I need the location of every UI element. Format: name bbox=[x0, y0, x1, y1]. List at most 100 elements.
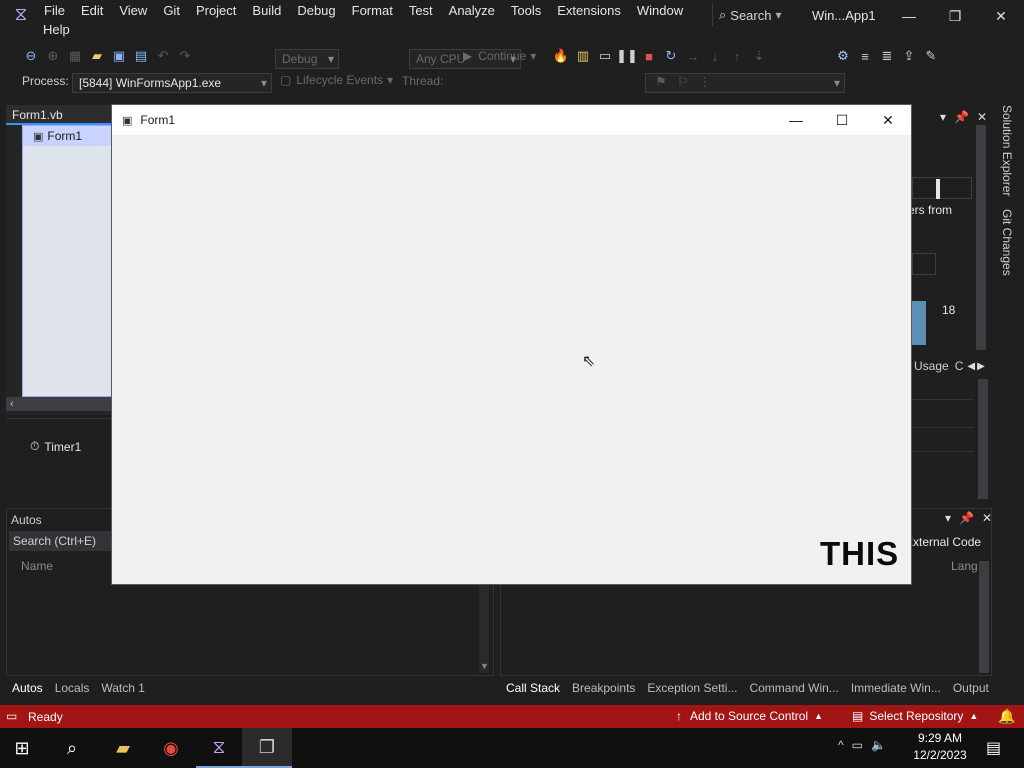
share-icon[interactable]: ⇪ bbox=[898, 45, 920, 67]
minimize-icon[interactable]: — bbox=[773, 105, 819, 135]
tab-prev-icon[interactable]: ◀ bbox=[967, 361, 975, 372]
menu-test[interactable]: Test bbox=[401, 1, 441, 21]
menu-project[interactable]: Project bbox=[188, 1, 244, 21]
search-box[interactable]: ⌕ Search ▾ bbox=[712, 4, 788, 26]
autos-scrollbar[interactable]: ▼ bbox=[479, 585, 489, 673]
open-folder-icon[interactable]: ▰ bbox=[86, 45, 108, 67]
comment-icon[interactable]: ≡ bbox=[854, 45, 876, 67]
new-project-icon[interactable]: ▦ bbox=[64, 45, 86, 67]
step-over-icon[interactable]: → bbox=[682, 45, 704, 67]
menu-window[interactable]: Window bbox=[629, 1, 691, 21]
browse-icon[interactable]: ▥ bbox=[572, 45, 594, 67]
menu-debug[interactable]: Debug bbox=[289, 1, 343, 21]
diagnostic-scrollbar[interactable] bbox=[976, 125, 986, 350]
step-out-icon[interactable]: ↑ bbox=[726, 45, 748, 67]
close-icon[interactable]: ✕ bbox=[978, 1, 1024, 31]
undo-icon[interactable]: ↶ bbox=[152, 45, 174, 67]
chevron-up-icon[interactable]: ^ bbox=[838, 738, 844, 752]
timeline-marker[interactable] bbox=[936, 179, 940, 199]
menu-extensions[interactable]: Extensions bbox=[549, 1, 629, 21]
tab-breakpoints[interactable]: Breakpoints bbox=[566, 678, 641, 698]
filter-box[interactable] bbox=[912, 253, 936, 275]
show-external-code[interactable]: External Code bbox=[905, 535, 981, 549]
uncomment-icon[interactable]: ≣ bbox=[876, 45, 898, 67]
menu-build[interactable]: Build bbox=[244, 1, 289, 21]
step-back-icon[interactable]: ⇣ bbox=[748, 45, 770, 67]
config-dropdown[interactable]: Debug bbox=[275, 49, 339, 69]
stop-icon[interactable]: ■ bbox=[638, 45, 660, 67]
pin-icon[interactable]: 📌 bbox=[954, 110, 969, 124]
tab-watch-1[interactable]: Watch 1 bbox=[95, 678, 151, 698]
tab-usage[interactable]: Usage bbox=[912, 359, 949, 373]
timer-component[interactable]: ⏱ Timer1 bbox=[30, 439, 81, 454]
select-repository[interactable]: ▤ Select Repository ▲ bbox=[852, 709, 978, 723]
menu-analyze[interactable]: Analyze bbox=[441, 1, 503, 21]
layout-icon[interactable]: ▭ bbox=[594, 45, 616, 67]
flag-icon[interactable]: ⚑ bbox=[650, 71, 672, 93]
redo-icon[interactable]: ↷ bbox=[174, 45, 196, 67]
action-center-icon[interactable]: ▤ bbox=[986, 738, 1001, 758]
pause-icon[interactable]: ❚❚ bbox=[616, 45, 638, 67]
close-panel-icon[interactable]: ✕ bbox=[977, 110, 987, 124]
add-to-source-control[interactable]: ↑ Add to Source Control ▲ bbox=[676, 709, 823, 723]
scroll-down-icon[interactable]: ▼ bbox=[480, 661, 489, 671]
continue-button[interactable]: ▶ Continue ▾ bbox=[463, 46, 536, 66]
tab-output[interactable]: Output bbox=[947, 678, 995, 698]
restore-icon[interactable]: ❐ bbox=[932, 1, 978, 31]
lower-scrollbar[interactable] bbox=[978, 379, 988, 499]
file-explorer-icon[interactable]: ▰ bbox=[100, 728, 146, 768]
forward-icon[interactable]: ⊕ bbox=[42, 45, 64, 67]
save-icon[interactable]: ▣ bbox=[108, 45, 130, 67]
search-icon[interactable]: ⌕ bbox=[44, 728, 100, 768]
step-into-icon[interactable]: ↓ bbox=[704, 45, 726, 67]
chevron-down-icon[interactable]: ▾ bbox=[940, 110, 946, 124]
menu-file[interactable]: File bbox=[36, 1, 73, 21]
menu-view[interactable]: View bbox=[111, 1, 155, 21]
start-icon[interactable]: ⊞ bbox=[0, 728, 44, 768]
tab-locals[interactable]: Locals bbox=[49, 678, 96, 698]
form1-client-area[interactable]: THIS ⇖ bbox=[112, 135, 911, 584]
menu-tools[interactable]: Tools bbox=[503, 1, 549, 21]
hot-reload-icon[interactable]: 🔥 bbox=[550, 45, 572, 67]
close-icon[interactable]: ✕ bbox=[865, 105, 911, 135]
back-icon[interactable]: ⊖ bbox=[20, 45, 42, 67]
clock[interactable]: 9:29 AM 12/2/2023 bbox=[912, 731, 968, 762]
autos-search-input[interactable]: Search (Ctrl+E) bbox=[9, 531, 114, 551]
notifications-icon[interactable]: 🔔 bbox=[998, 708, 1015, 725]
chrome-icon[interactable]: ◉ bbox=[146, 728, 196, 768]
scroll-left-icon[interactable]: ‹ bbox=[10, 398, 14, 410]
document-tab[interactable]: Form1.vb bbox=[6, 105, 112, 125]
stack-frame-icon[interactable]: ⋮ bbox=[694, 71, 716, 93]
winforms-app-icon[interactable]: ❐ bbox=[242, 728, 292, 768]
tab-command-window[interactable]: Command Win... bbox=[743, 678, 844, 698]
flag-threads-icon[interactable]: ⚐ bbox=[672, 71, 694, 93]
menu-edit[interactable]: Edit bbox=[73, 1, 111, 21]
maximize-icon[interactable]: ☐ bbox=[819, 105, 865, 135]
tab-exception-settings[interactable]: Exception Setti... bbox=[641, 678, 743, 698]
call-stack-scrollbar[interactable] bbox=[979, 561, 989, 673]
tab-solution-explorer[interactable]: Solution Explorer bbox=[1000, 105, 1014, 196]
diagnostics-icon[interactable]: ⚙ bbox=[832, 45, 854, 67]
volume-muted-icon[interactable]: 🔈 bbox=[871, 738, 886, 752]
close-panel-icon[interactable]: ✕ bbox=[982, 511, 992, 525]
process-dropdown[interactable]: [5844] WinFormsApp1.exe bbox=[72, 73, 272, 93]
tab-immediate-window[interactable]: Immediate Win... bbox=[845, 678, 947, 698]
lifecycle-events-dropdown[interactable]: ▢ Lifecycle Events ▾ bbox=[280, 73, 393, 87]
tab-autos[interactable]: Autos bbox=[6, 678, 49, 698]
menu-help[interactable]: Help bbox=[43, 22, 70, 37]
restart-icon[interactable]: ↻ bbox=[660, 45, 682, 67]
tab-call-stack[interactable]: Call Stack bbox=[500, 678, 566, 698]
visual-studio-icon[interactable]: ⧖ bbox=[196, 728, 242, 768]
menu-git[interactable]: Git bbox=[155, 1, 188, 21]
pin-icon[interactable]: 📌 bbox=[959, 511, 974, 525]
design-form[interactable]: ▣ Form1 bbox=[22, 125, 113, 397]
save-all-icon[interactable]: ▤ bbox=[130, 45, 152, 67]
menu-format[interactable]: Format bbox=[344, 1, 401, 21]
tab-git-changes[interactable]: Git Changes bbox=[1000, 209, 1014, 276]
tab-c[interactable]: C bbox=[955, 359, 964, 373]
chevron-down-icon[interactable]: ▾ bbox=[945, 511, 951, 525]
feedback-icon[interactable]: ✎ bbox=[920, 45, 942, 67]
horizontal-scrollbar[interactable]: ‹ bbox=[6, 397, 112, 411]
minimize-icon[interactable]: — bbox=[886, 1, 932, 31]
tab-next-icon[interactable]: ▶ bbox=[977, 361, 985, 372]
